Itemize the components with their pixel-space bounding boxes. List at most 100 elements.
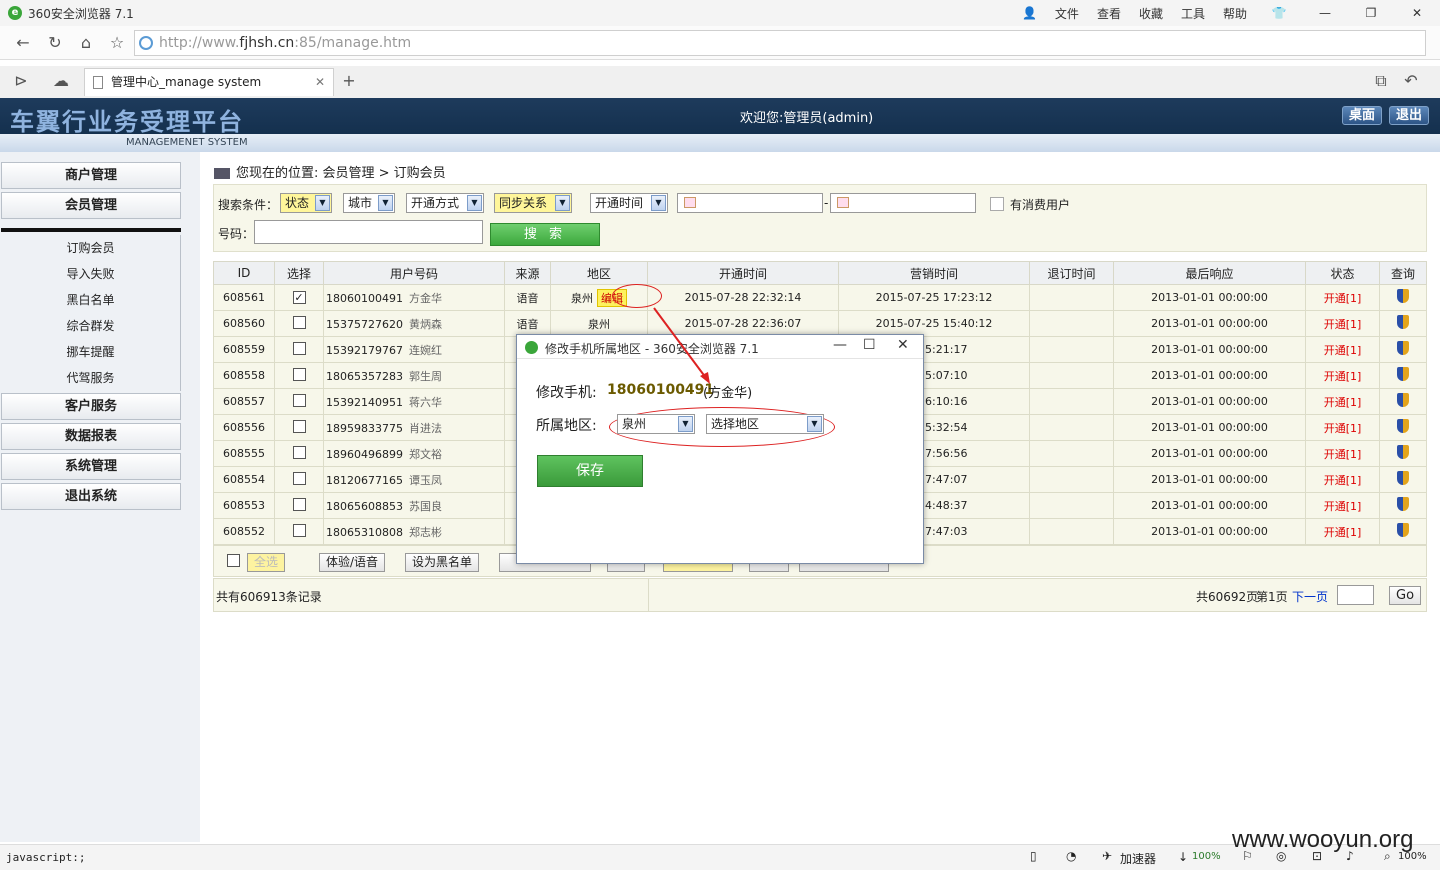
shield-icon[interactable] bbox=[1397, 445, 1409, 459]
desktop-button[interactable]: 桌面 bbox=[1342, 106, 1383, 125]
shield-icon[interactable] bbox=[1397, 289, 1409, 303]
shield-icon[interactable] bbox=[1397, 367, 1409, 381]
cell-status[interactable]: 开通[1] bbox=[1305, 336, 1380, 363]
cell-status[interactable]: 开通[1] bbox=[1305, 362, 1380, 389]
sidebar-customer-service[interactable]: 客户服务 bbox=[1, 393, 181, 420]
sidebar-reports[interactable]: 数据报表 bbox=[1, 423, 181, 450]
select-all-checkbox[interactable] bbox=[227, 554, 240, 567]
row-checkbox[interactable] bbox=[292, 523, 306, 537]
status-select[interactable]: 状态 ▼ bbox=[280, 193, 332, 213]
menu-file[interactable]: 文件 bbox=[1055, 5, 1079, 22]
row-checkbox[interactable] bbox=[292, 341, 306, 355]
sidebar-sub-move-car[interactable]: 挪车提醒 bbox=[1, 339, 181, 365]
date-to-input[interactable] bbox=[830, 193, 976, 213]
shield-icon[interactable] bbox=[1397, 315, 1409, 329]
cell-status[interactable]: 开通[1] bbox=[1305, 518, 1380, 545]
cell-status[interactable]: 开通[1] bbox=[1305, 466, 1380, 493]
city-select[interactable]: 城市 ▼ bbox=[343, 193, 395, 213]
cell-last-response: 2013-01-01 00:00:00 bbox=[1113, 466, 1306, 493]
refresh-icon[interactable]: ↻ bbox=[44, 33, 66, 53]
cell-status[interactable]: 开通[1] bbox=[1305, 492, 1380, 519]
sidebar-sub-driver[interactable]: 代驾服务 bbox=[1, 365, 181, 391]
shield-icon[interactable] bbox=[1397, 341, 1409, 355]
next-page-link[interactable]: 下一页 bbox=[1292, 588, 1328, 605]
cloud-icon[interactable]: ☁ bbox=[50, 71, 72, 91]
region-dropdown[interactable]: 选择地区 ▼ bbox=[706, 414, 824, 434]
accelerator-label[interactable]: 加速器 bbox=[1120, 850, 1156, 867]
cell-id: 608558 bbox=[213, 362, 275, 389]
sidebar-exit[interactable]: 退出系统 bbox=[1, 483, 181, 510]
blacklist-button[interactable]: 设为黑名单 bbox=[405, 553, 480, 572]
menu-tools[interactable]: 工具 bbox=[1181, 5, 1205, 22]
row-checkbox[interactable] bbox=[292, 471, 306, 485]
row-checkbox[interactable]: ✓ bbox=[292, 291, 306, 304]
phone-icon[interactable]: ▯ bbox=[1030, 849, 1037, 863]
dialog-close-icon[interactable]: ✕ bbox=[897, 337, 909, 353]
date-from-input[interactable] bbox=[677, 193, 823, 213]
search-button[interactable]: 搜 索 bbox=[490, 223, 600, 246]
tab-manage[interactable]: 管理中心_manage system ✕ bbox=[84, 68, 334, 96]
sidebar-member[interactable]: 会员管理 bbox=[1, 192, 181, 219]
row-checkbox[interactable] bbox=[292, 367, 306, 381]
cell-status[interactable]: 开通[1] bbox=[1305, 284, 1380, 311]
new-tab-icon[interactable]: + bbox=[338, 71, 360, 91]
open-time-select[interactable]: 开通时间 ▼ bbox=[590, 193, 668, 213]
save-button[interactable]: 保存 bbox=[537, 455, 643, 487]
shield-icon[interactable] bbox=[1397, 523, 1409, 537]
sidebar-toggle-icon[interactable]: ⊳ bbox=[10, 71, 32, 91]
consume-checkbox[interactable] bbox=[990, 197, 1004, 211]
sidebar-sub-blacklist[interactable]: 黑白名单 bbox=[1, 287, 181, 313]
back-icon[interactable]: ← bbox=[12, 33, 34, 53]
select-all-button[interactable]: 全选 bbox=[247, 553, 286, 572]
row-checkbox[interactable] bbox=[292, 315, 306, 329]
accelerator-icon[interactable]: ✈ bbox=[1102, 849, 1112, 863]
cell-status[interactable]: 开通[1] bbox=[1305, 414, 1380, 441]
status-bar: javascript:; ▯ ◔ ✈ 加速器 ↓ 100% ⚐ ◎ ⊡ ♪ ⌕ … bbox=[0, 844, 1440, 870]
menu-favorites[interactable]: 收藏 bbox=[1139, 5, 1163, 22]
user-icon[interactable]: 👤 bbox=[1022, 6, 1037, 20]
row-checkbox[interactable] bbox=[292, 497, 306, 511]
number-input[interactable] bbox=[254, 220, 483, 244]
close-icon[interactable]: ✕ bbox=[1403, 6, 1431, 20]
menu-help[interactable]: 帮助 bbox=[1223, 5, 1247, 22]
calendar-icon[interactable] bbox=[684, 197, 696, 208]
row-checkbox[interactable] bbox=[292, 419, 306, 433]
shield-icon[interactable] bbox=[1397, 393, 1409, 407]
row-checkbox[interactable] bbox=[292, 393, 306, 407]
sidebar-sub-subscribers[interactable]: 订购会员 bbox=[1, 235, 181, 261]
cell-status[interactable]: 开通[1] bbox=[1305, 388, 1380, 415]
dialog-maximize-icon[interactable]: ☐ bbox=[863, 337, 876, 353]
undo-icon[interactable]: ↶ bbox=[1400, 71, 1422, 91]
shield-icon[interactable] bbox=[1397, 497, 1409, 511]
maximize-icon[interactable]: ❐ bbox=[1357, 6, 1385, 20]
sidebar-sub-mass-send[interactable]: 综合群发 bbox=[1, 313, 181, 339]
open-mode-select[interactable]: 开通方式 ▼ bbox=[406, 193, 484, 213]
shield-icon[interactable] bbox=[1397, 419, 1409, 433]
logout-button[interactable]: 退出 bbox=[1389, 106, 1430, 125]
restore-tabs-icon[interactable]: ⧉ bbox=[1370, 71, 1392, 91]
sidebar-sub-import-failed[interactable]: 导入失败 bbox=[1, 261, 181, 287]
sync-select[interactable]: 同步关系 ▼ bbox=[494, 193, 572, 213]
cell-status[interactable]: 开通[1] bbox=[1305, 310, 1380, 337]
sidebar-merchant[interactable]: 商户管理 bbox=[1, 162, 181, 189]
go-button[interactable]: Go bbox=[1389, 586, 1422, 605]
page-number-input[interactable] bbox=[1337, 585, 1374, 605]
city-dropdown[interactable]: 泉州 ▼ bbox=[617, 414, 695, 434]
minimize-icon[interactable]: — bbox=[1311, 6, 1339, 20]
speed-icon[interactable]: ◔ bbox=[1066, 849, 1076, 863]
shield-icon[interactable] bbox=[1397, 471, 1409, 485]
home-icon[interactable]: ⌂ bbox=[75, 33, 97, 53]
skin-icon[interactable]: 👕 bbox=[1265, 6, 1293, 20]
calendar-icon[interactable] bbox=[837, 197, 849, 208]
cell-id: 608557 bbox=[213, 388, 275, 415]
star-icon[interactable]: ☆ bbox=[106, 33, 128, 53]
tab-close-icon[interactable]: ✕ bbox=[315, 69, 325, 95]
menu-view[interactable]: 查看 bbox=[1097, 5, 1121, 22]
trial-voice-button[interactable]: 体验/语音 bbox=[319, 553, 386, 572]
dialog-minimize-icon[interactable]: — bbox=[833, 337, 847, 353]
cell-status[interactable]: 开通[1] bbox=[1305, 440, 1380, 467]
row-checkbox[interactable] bbox=[292, 445, 306, 459]
sidebar-system[interactable]: 系统管理 bbox=[1, 453, 181, 480]
url-field[interactable]: http://www.fjhsh.cn:85/manage.htm bbox=[134, 30, 1426, 56]
download-icon[interactable]: ↓ bbox=[1178, 850, 1188, 864]
